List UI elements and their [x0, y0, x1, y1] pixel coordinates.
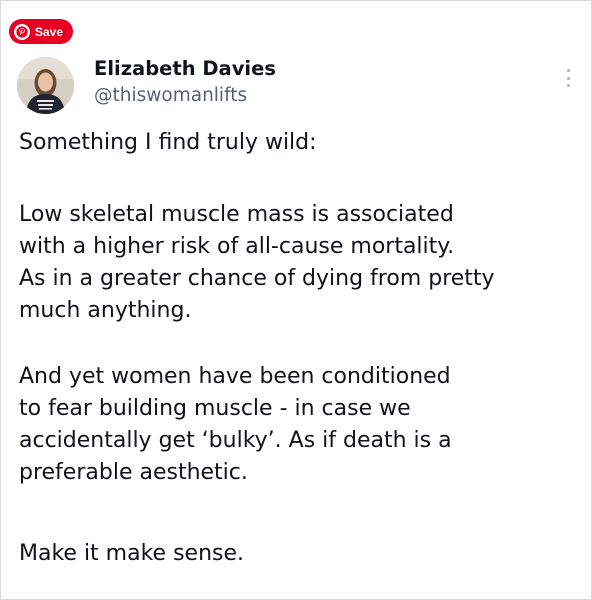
tweet-paragraph-1: Something I find truly wild: [19, 127, 579, 159]
author-name[interactable]: Elizabeth Davies [94, 57, 276, 80]
tweet-line: accidentally get ‘bulky’. As if death is… [19, 428, 452, 453]
tweet-line: to fear building muscle - in case we [19, 396, 411, 421]
tweet-line: And yet women have been conditioned [19, 364, 451, 389]
tweet-line: preferable aesthetic. [19, 460, 248, 485]
tweet-line: with a higher risk of all-cause mortalit… [19, 234, 455, 259]
tweet-line: As in a greater chance of dying from pre… [19, 266, 495, 291]
save-button-label: Save [35, 24, 64, 39]
tweet-paragraph-2: Low skeletal muscle mass is associated w… [19, 199, 579, 327]
pinterest-logo-icon [14, 23, 30, 40]
tweet-paragraph-3: And yet women have been conditioned to f… [19, 361, 579, 489]
avatar[interactable] [17, 57, 74, 114]
pinterest-save-button[interactable]: Save [9, 19, 74, 44]
tweet-paragraph-4: Make it make sense. [19, 538, 579, 570]
tweet-line: Something I find truly wild: [19, 130, 317, 155]
author-handle[interactable]: @thiswomanlifts [94, 85, 247, 106]
tweet-line: much anything. [19, 298, 192, 323]
more-options-icon[interactable] [561, 67, 575, 89]
tweet-line: Low skeletal muscle mass is associated [19, 202, 454, 227]
tweet-line: Make it make sense. [19, 541, 245, 566]
tweet-card: Save Elizabeth Davies @thiswomanlifts So… [0, 0, 592, 600]
